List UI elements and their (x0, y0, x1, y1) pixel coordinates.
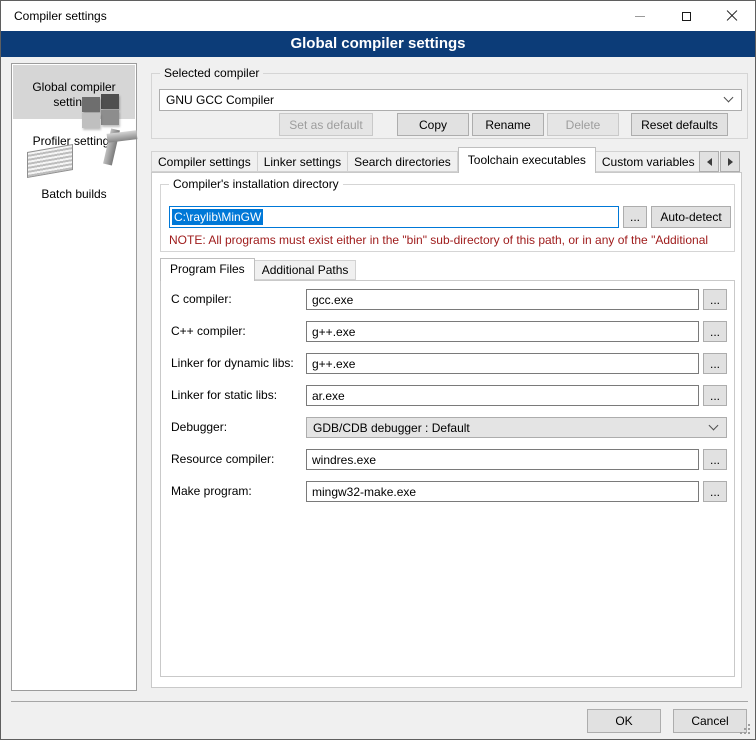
dynamic-linker-input[interactable]: g++.exe (306, 353, 699, 374)
arrow-right-icon (728, 158, 733, 166)
tab-scroll-left-button[interactable] (699, 151, 719, 172)
field-row-c-compiler: C compiler: gcc.exe ... (161, 289, 734, 310)
installation-directory-group-label: Compiler's installation directory (169, 177, 343, 191)
compiler-select[interactable]: GNU GCC Compiler (159, 89, 742, 111)
cpp-compiler-input[interactable]: g++.exe (306, 321, 699, 342)
tab-additional-paths[interactable]: Additional Paths (255, 260, 357, 280)
tab-compiler-settings[interactable]: Compiler settings (151, 151, 258, 172)
field-label: Linker for static libs: (171, 385, 277, 406)
field-label: Debugger: (171, 417, 227, 438)
title-bar: Compiler settings (1, 1, 755, 31)
c-compiler-input[interactable]: gcc.exe (306, 289, 699, 310)
tab-scroll-right-button[interactable] (720, 151, 740, 172)
tab-linker-settings[interactable]: Linker settings (258, 151, 348, 172)
footer-divider (11, 701, 748, 702)
tab-toolchain-executables[interactable]: Toolchain executables (458, 147, 596, 173)
field-label: Resource compiler: (171, 449, 274, 470)
static-linker-input[interactable]: ar.exe (306, 385, 699, 406)
delete-button: Delete (547, 113, 619, 136)
rename-button[interactable]: Rename (472, 113, 544, 136)
reset-defaults-button[interactable]: Reset defaults (631, 113, 728, 136)
field-row-static-linker: Linker for static libs: ar.exe ... (161, 385, 734, 406)
program-files-page: C compiler: gcc.exe ... C++ compiler: g+… (160, 280, 735, 677)
browse-make-program-button[interactable]: ... (703, 481, 727, 502)
browse-c-compiler-button[interactable]: ... (703, 289, 727, 310)
selected-compiler-group-label: Selected compiler (160, 66, 263, 80)
tab-search-directories[interactable]: Search directories (348, 151, 458, 172)
field-row-cpp-compiler: C++ compiler: g++.exe ... (161, 321, 734, 342)
close-icon (726, 10, 738, 22)
minimize-button (617, 1, 663, 31)
field-row-debugger: Debugger: GDB/CDB debugger : Default (161, 417, 734, 438)
field-row-dynamic-linker: Linker for dynamic libs: g++.exe ... (161, 353, 734, 374)
toolchain-executables-page: Compiler's installation directory C:\ray… (151, 172, 742, 688)
tab-program-files[interactable]: Program Files (160, 258, 255, 281)
browse-static-linker-button[interactable]: ... (703, 385, 727, 406)
window-title: Compiler settings (14, 9, 107, 23)
installation-directory-input[interactable]: C:\raylib\MinGW (169, 206, 619, 228)
compiler-select-value: GNU GCC Compiler (166, 93, 274, 107)
copy-button[interactable]: Copy (397, 113, 469, 136)
resize-grip[interactable] (748, 732, 750, 734)
settings-category-list: Global compiler settings Profiler settin… (11, 63, 137, 691)
tab-custom-variables[interactable]: Custom variables (596, 151, 699, 172)
set-as-default-button: Set as default (279, 113, 373, 136)
field-label: C compiler: (171, 289, 232, 310)
page-title: Global compiler settings (1, 31, 755, 57)
field-row-resource-compiler: Resource compiler: windres.exe ... (161, 449, 734, 470)
field-label: Linker for dynamic libs: (171, 353, 294, 374)
browse-cpp-compiler-button[interactable]: ... (703, 321, 727, 342)
cancel-button[interactable]: Cancel (673, 709, 747, 733)
field-row-make-program: Make program: mingw32-make.exe ... (161, 481, 734, 502)
close-button[interactable] (709, 1, 755, 31)
field-label: Make program: (171, 481, 252, 502)
settings-tab-strip: Compiler settings Linker settings Search… (151, 147, 699, 173)
browse-directory-button[interactable]: ... (623, 206, 647, 228)
maximize-icon (682, 12, 691, 21)
minimize-icon (635, 16, 645, 17)
installation-directory-group: Compiler's installation directory C:\ray… (160, 184, 735, 252)
compiler-settings-dialog: Compiler settings Global compiler settin… (0, 0, 756, 740)
bin-subdirectory-note: NOTE: All programs must exist either in … (169, 233, 731, 247)
sidebar-item-batch-builds[interactable]: Batch builds (13, 172, 135, 211)
caption-buttons (617, 1, 755, 31)
debugger-select-value: GDB/CDB debugger : Default (313, 421, 470, 435)
browse-resource-compiler-button[interactable]: ... (703, 449, 727, 470)
sidebar-item-label: Batch builds (15, 187, 133, 202)
programs-tab-strip: Program Files Additional Paths (160, 258, 356, 281)
field-label: C++ compiler: (171, 321, 246, 342)
auto-detect-button[interactable]: Auto-detect (651, 206, 731, 228)
arrow-left-icon (707, 158, 712, 166)
resource-compiler-input[interactable]: windres.exe (306, 449, 699, 470)
browse-dynamic-linker-button[interactable]: ... (703, 353, 727, 374)
debugger-select[interactable]: GDB/CDB debugger : Default (306, 417, 727, 438)
chevron-down-icon (709, 420, 719, 430)
maximize-button[interactable] (663, 1, 709, 31)
installation-directory-value: C:\raylib\MinGW (172, 209, 263, 225)
chevron-down-icon (724, 93, 734, 103)
ok-button[interactable]: OK (587, 709, 661, 733)
make-program-input[interactable]: mingw32-make.exe (306, 481, 699, 502)
